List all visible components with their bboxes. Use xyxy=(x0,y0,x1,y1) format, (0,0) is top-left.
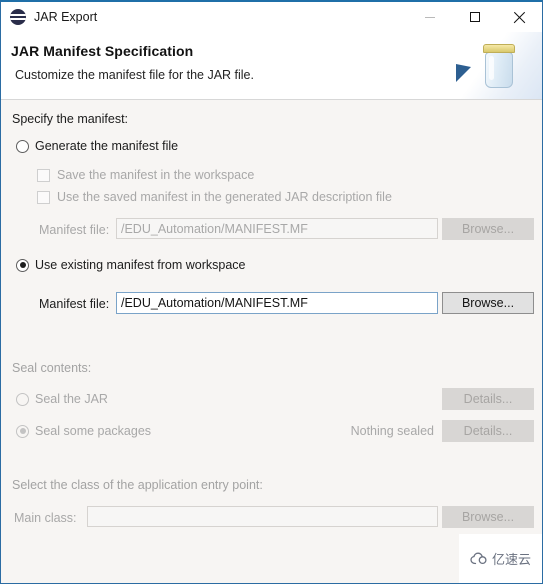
radio-seal-some-packages[interactable]: Seal some packages xyxy=(16,424,151,438)
radio-use-existing-manifest[interactable]: Use existing manifest from workspace xyxy=(16,258,246,272)
seal-packages-details-button[interactable]: Details... xyxy=(442,420,534,442)
existing-manifest-file-label: Manifest file: xyxy=(39,297,110,311)
existing-manifest-browse-button[interactable]: Browse... xyxy=(442,292,534,314)
cloud-icon xyxy=(470,552,489,565)
entry-point-label: Select the class of the application entr… xyxy=(12,478,263,492)
minimize-button[interactable] xyxy=(407,2,452,32)
radio-seal-some-packages-label: Seal some packages xyxy=(35,424,152,438)
title-bar: JAR Export xyxy=(1,2,542,32)
checkbox-use-saved-manifest[interactable]: Use the saved manifest in the generated … xyxy=(37,190,392,204)
jar-illustration xyxy=(452,32,542,99)
dialog-body: Specify the manifest: Generate the manif… xyxy=(1,100,542,583)
close-button[interactable] xyxy=(497,2,542,32)
seal-contents-label: Seal contents: xyxy=(12,361,92,375)
seal-status-text: Nothing sealed xyxy=(350,424,434,438)
jar-icon xyxy=(482,44,516,88)
generate-manifest-browse-button[interactable]: Browse... xyxy=(442,218,534,240)
existing-manifest-file-input[interactable]: /EDU_Automation/MANIFEST.MF xyxy=(116,292,438,314)
maximize-button[interactable] xyxy=(452,2,497,32)
main-class-browse-button[interactable]: Browse... xyxy=(442,506,534,528)
jar-export-dialog: JAR Export JAR Manifest Specification Cu… xyxy=(0,0,543,584)
close-icon xyxy=(513,11,526,24)
radio-seal-the-jar-label: Seal the JAR xyxy=(35,392,108,406)
radio-seal-some-packages-indicator xyxy=(16,424,29,438)
radio-generate-manifest[interactable]: Generate the manifest file xyxy=(16,139,178,153)
arrow-icon xyxy=(456,64,471,82)
specify-manifest-label: Specify the manifest: xyxy=(12,112,129,126)
window-controls xyxy=(407,2,542,32)
radio-seal-the-jar-indicator xyxy=(16,392,29,406)
title-bar-left: JAR Export xyxy=(1,2,407,32)
window-title: JAR Export xyxy=(34,10,98,24)
jar-shine-shape xyxy=(489,56,494,80)
checkbox-save-manifest-workspace[interactable]: Save the manifest in the workspace xyxy=(37,168,254,182)
generate-manifest-file-label: Manifest file: xyxy=(39,223,110,237)
radio-use-existing-manifest-label: Use existing manifest from workspace xyxy=(35,258,246,272)
radio-seal-the-jar[interactable]: Seal the JAR xyxy=(16,392,108,406)
radio-use-existing-manifest-indicator xyxy=(16,258,29,272)
main-class-label: Main class: xyxy=(14,511,77,525)
checkbox-use-saved-manifest-label: Use the saved manifest in the generated … xyxy=(57,190,392,204)
jar-lid-shape xyxy=(483,44,515,53)
radio-generate-manifest-indicator xyxy=(16,139,29,153)
checkbox-save-manifest-workspace-label: Save the manifest in the workspace xyxy=(57,168,255,182)
dialog-body-inner: Specify the manifest: Generate the manif… xyxy=(1,100,542,583)
jar-export-icon xyxy=(10,9,26,25)
watermark-text: 亿速云 xyxy=(491,553,531,568)
dialog-header: JAR Manifest Specification Customize the… xyxy=(1,32,542,100)
minimize-icon xyxy=(424,16,435,18)
checkbox-save-manifest-workspace-indicator xyxy=(37,168,50,182)
page-title: JAR Manifest Specification xyxy=(11,43,194,59)
watermark-badge: 亿速云 xyxy=(459,534,542,583)
main-class-input[interactable] xyxy=(87,506,438,527)
generate-manifest-file-input[interactable]: /EDU_Automation/MANIFEST.MF xyxy=(116,218,438,239)
radio-generate-manifest-label: Generate the manifest file xyxy=(35,139,179,153)
checkbox-use-saved-manifest-indicator xyxy=(37,190,50,204)
seal-jar-details-button[interactable]: Details... xyxy=(442,388,534,410)
maximize-icon xyxy=(469,12,480,22)
page-subtitle: Customize the manifest file for the JAR … xyxy=(15,68,254,82)
